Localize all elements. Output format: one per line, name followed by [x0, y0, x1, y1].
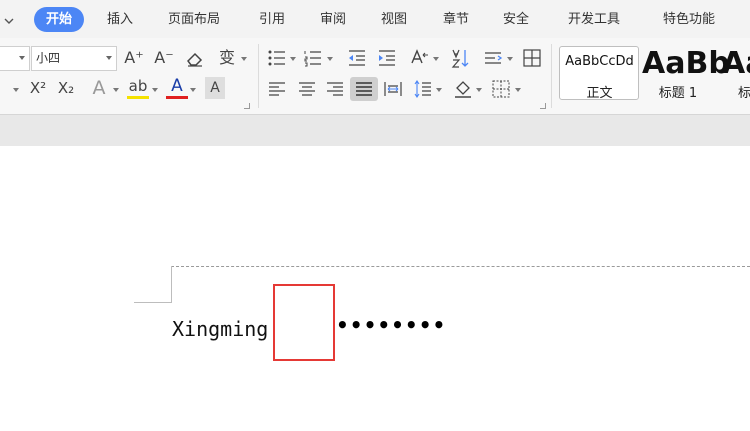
- margin-corner-horizontal: [134, 302, 172, 303]
- phonetic-dropdown-caret[interactable]: [241, 57, 247, 61]
- font-color-icon[interactable]: A: [166, 75, 188, 97]
- highlight-dropdown-caret[interactable]: [152, 88, 158, 92]
- tab-developer[interactable]: 开发工具: [568, 7, 620, 32]
- text-effect-dropdown-caret[interactable]: [113, 88, 119, 92]
- font-name-combo[interactable]: [0, 46, 30, 71]
- paragraph-spacing-caret[interactable]: [507, 57, 513, 61]
- font-color-bar: [166, 96, 188, 99]
- text-boundary-top: [171, 266, 750, 267]
- table-frame-icon[interactable]: [521, 47, 543, 69]
- group-separator: [551, 44, 552, 108]
- shading-caret[interactable]: [476, 88, 482, 92]
- decrease-indent-icon[interactable]: [346, 47, 368, 69]
- document-text[interactable]: Xingming: [172, 316, 268, 342]
- highlight-icon[interactable]: ab: [127, 75, 149, 97]
- style-heading2-sample[interactable]: Aa: [722, 46, 750, 81]
- chevron-down-icon[interactable]: [3, 12, 15, 24]
- text-effect-icon[interactable]: A: [88, 77, 110, 99]
- leader-dots: ••••••••: [336, 313, 447, 337]
- font-dropdown-caret[interactable]: [13, 88, 19, 92]
- paragraph-spacing-icon[interactable]: [482, 47, 504, 69]
- font-dialog-launcher[interactable]: [244, 103, 250, 109]
- style-heading1-name: 标题 1: [658, 86, 698, 101]
- justify-icon[interactable]: [353, 78, 375, 100]
- grow-font-icon[interactable]: A⁺: [122, 47, 146, 69]
- tab-review[interactable]: 审阅: [320, 7, 346, 32]
- align-right-icon[interactable]: [324, 78, 346, 100]
- text-direction-icon[interactable]: [408, 47, 430, 69]
- borders-icon[interactable]: [490, 78, 512, 100]
- align-left-icon[interactable]: [266, 78, 288, 100]
- tab-page-layout[interactable]: 页面布局: [168, 7, 220, 32]
- tab-view[interactable]: 视图: [381, 7, 407, 32]
- highlight-color-bar: [127, 96, 149, 99]
- tab-security[interactable]: 安全: [503, 7, 529, 32]
- numbered-list-icon[interactable]: [302, 47, 324, 69]
- font-size-value: 小四: [36, 51, 61, 65]
- bullet-list-caret[interactable]: [290, 57, 296, 61]
- tab-special-features[interactable]: 特色功能: [663, 7, 715, 32]
- line-spacing-icon[interactable]: [412, 78, 434, 100]
- subscript-icon[interactable]: X₂: [54, 77, 78, 99]
- shrink-font-icon[interactable]: A⁻: [152, 47, 176, 69]
- borders-caret[interactable]: [515, 88, 521, 92]
- group-separator: [258, 44, 259, 108]
- text-direction-caret[interactable]: [433, 57, 439, 61]
- line-spacing-caret[interactable]: [436, 88, 442, 92]
- style-normal-sample: AaBbCcDd: [565, 54, 634, 69]
- tab-references[interactable]: 引用: [259, 7, 285, 32]
- ruler-strip: [0, 114, 750, 146]
- tab-start[interactable]: 开始: [34, 7, 85, 32]
- sort-icon[interactable]: [450, 47, 472, 69]
- distributed-align-icon[interactable]: [382, 78, 404, 100]
- char-shading-icon[interactable]: A: [205, 77, 225, 99]
- font-color-dropdown-caret[interactable]: [190, 88, 196, 92]
- style-heading2-name: 标: [738, 86, 750, 101]
- font-size-combo[interactable]: 小四: [31, 46, 117, 71]
- superscript-icon[interactable]: X²: [26, 77, 50, 99]
- bullet-list-icon[interactable]: [266, 47, 288, 69]
- phonetic-guide-icon[interactable]: 变: [216, 47, 238, 69]
- increase-indent-icon[interactable]: [376, 47, 398, 69]
- paragraph-dialog-launcher[interactable]: [540, 103, 546, 109]
- clear-format-icon[interactable]: [184, 47, 206, 69]
- style-normal-name: 正文: [586, 86, 613, 101]
- tab-insert[interactable]: 插入: [107, 7, 133, 32]
- numbered-list-caret[interactable]: [327, 57, 333, 61]
- ribbon-tab-bar: 开始 插入 页面布局 引用 审阅 视图 章节 安全 开发工具 特色功能: [0, 0, 750, 38]
- highlight-box: [273, 284, 335, 361]
- document-page[interactable]: [0, 146, 750, 431]
- align-center-icon[interactable]: [296, 78, 318, 100]
- shading-bucket-icon[interactable]: [452, 78, 474, 100]
- style-heading1-sample[interactable]: AaBb: [642, 46, 730, 81]
- margin-corner-vertical: [171, 266, 172, 303]
- tab-chapter[interactable]: 章节: [443, 7, 469, 32]
